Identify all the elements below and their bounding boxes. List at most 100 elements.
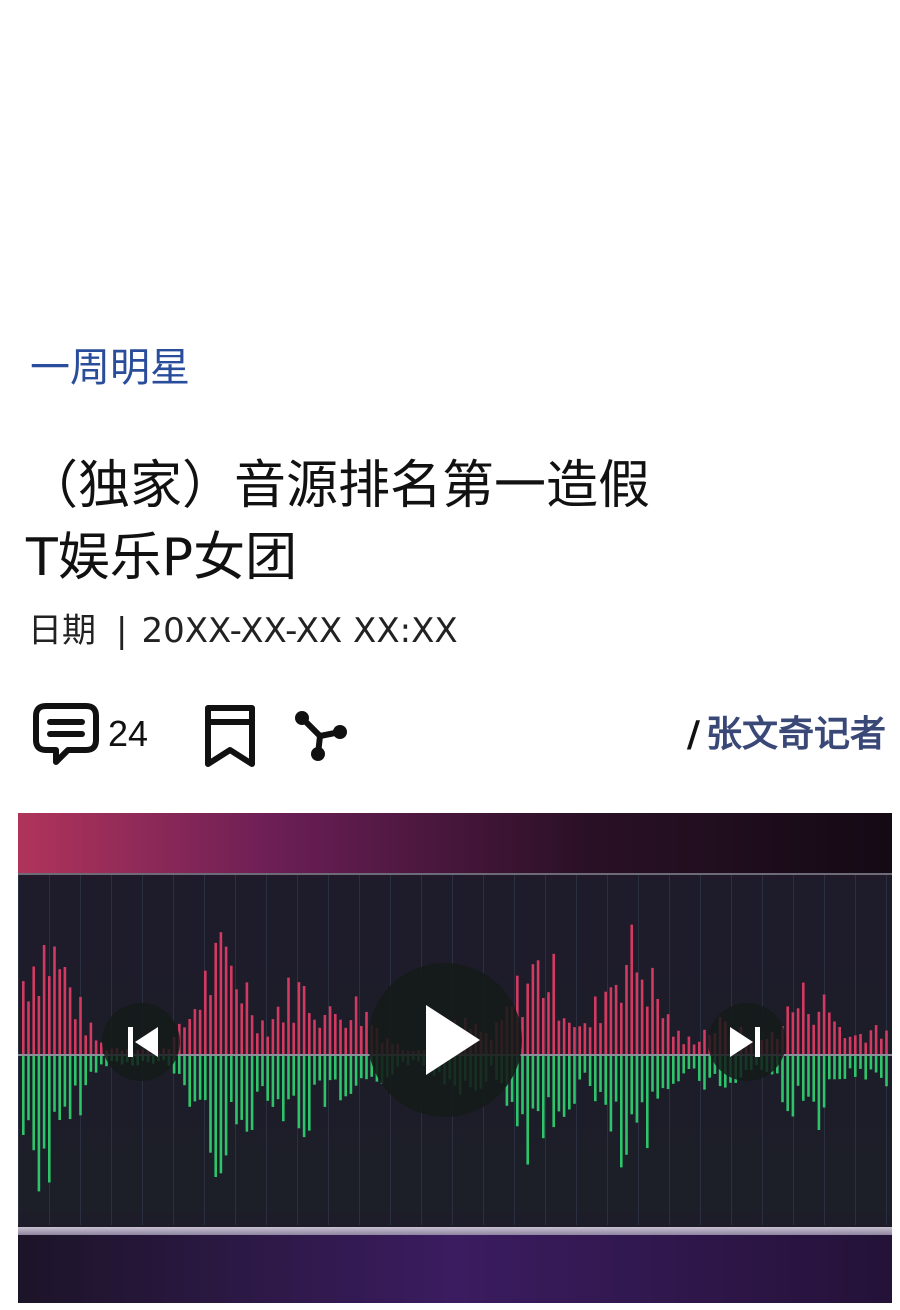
waveform-bar-lower (22, 1056, 25, 1135)
waveform-bar-lower (848, 1056, 852, 1069)
waveform-bar-lower (656, 1056, 659, 1099)
waveform-bar-upper (318, 1027, 321, 1055)
waveform-bar-upper (22, 981, 25, 1055)
next-button[interactable] (708, 1003, 786, 1081)
audio-player[interactable] (18, 813, 892, 1303)
waveform-bar-upper (48, 976, 51, 1055)
player-progress-track[interactable] (18, 1227, 892, 1235)
waveform-bar-lower (266, 1056, 269, 1101)
grid-line (18, 875, 19, 1225)
waveform-bar-lower (328, 1056, 332, 1081)
waveform-bar-lower (183, 1056, 186, 1086)
date-separator: | (116, 611, 128, 651)
waveform-bar-upper (266, 1036, 269, 1055)
waveform-bar-lower (557, 1056, 561, 1112)
waveform-bar-lower (261, 1056, 264, 1087)
waveform-bar-lower (791, 1056, 795, 1117)
share-button[interactable] (292, 708, 352, 764)
waveform-bar-lower (204, 1056, 207, 1101)
waveform-bar-lower (594, 1056, 597, 1102)
player-bottom-glow (18, 1235, 892, 1303)
play-button[interactable] (368, 963, 522, 1117)
waveform-bar-upper (848, 1036, 852, 1055)
waveform-bar-lower (614, 1056, 618, 1102)
waveform-bar-upper (703, 1029, 706, 1055)
waveform-bar-lower (84, 1056, 87, 1086)
waveform-bar-upper (183, 1027, 186, 1055)
category-label[interactable]: 一周明星 (30, 338, 190, 398)
waveform-bar-lower (692, 1056, 696, 1069)
waveform-bar-upper (302, 986, 306, 1055)
waveform-bar-lower (562, 1056, 566, 1117)
waveform-bar-upper (27, 1001, 30, 1055)
waveform-bar-lower (235, 1056, 238, 1125)
article-actions: 24 /张文奇记者 (32, 700, 886, 772)
waveform-bar-upper (682, 1044, 685, 1055)
waveform-bar-lower (302, 1056, 306, 1138)
waveform-bar-upper (786, 1006, 789, 1055)
waveform-bar-upper (677, 1030, 680, 1055)
waveform-bar-upper (334, 1014, 337, 1055)
waveform-bar-upper (354, 996, 358, 1055)
waveform-bar-lower (68, 1056, 72, 1120)
waveform-bar-lower (807, 1056, 810, 1097)
waveform-bar-upper (198, 1009, 202, 1055)
play-icon (426, 1005, 480, 1075)
waveform-bar-lower (339, 1056, 342, 1101)
waveform-bar-upper (204, 970, 207, 1055)
next-icon (730, 1027, 760, 1057)
waveform-bar-upper (74, 1019, 77, 1055)
waveform-bar-upper (89, 1022, 93, 1055)
waveform-bar-upper (224, 946, 228, 1055)
waveform-bar-upper (562, 1018, 566, 1055)
waveform-bar-lower (188, 1056, 191, 1107)
bookmark-button[interactable] (202, 700, 258, 768)
waveform-bar-upper (817, 1011, 821, 1055)
waveform-bar-upper (692, 1044, 696, 1055)
byline-author[interactable]: 张文奇记者 (706, 714, 886, 755)
waveform-bar-upper (630, 924, 633, 1055)
waveform-bar-lower (568, 1056, 571, 1110)
waveform-bar-lower (344, 1056, 347, 1097)
waveform-bar-lower (297, 1056, 301, 1129)
waveform-bar-upper (42, 945, 46, 1055)
waveform-bar-lower (698, 1056, 701, 1081)
waveform-bar-lower (620, 1056, 623, 1168)
waveform-bar-upper (635, 972, 639, 1055)
waveform-bar-lower (209, 1056, 212, 1153)
waveform-bar-upper (297, 982, 301, 1055)
waveform-bar-lower (583, 1056, 587, 1073)
waveform-bar-lower (276, 1056, 280, 1100)
waveform-bar-lower (573, 1056, 576, 1104)
waveform-bar-lower (250, 1056, 254, 1130)
waveform-bar-upper (209, 995, 212, 1055)
waveform-bar-upper (687, 1036, 691, 1055)
waveform-bar-lower (89, 1056, 93, 1072)
waveform-bar-lower (318, 1056, 321, 1081)
waveform-bar-upper (349, 1020, 353, 1055)
waveform-bar-upper (568, 1022, 571, 1055)
previous-button[interactable] (102, 1003, 180, 1081)
waveform-bar-upper (656, 999, 659, 1055)
waveform-bar-lower (812, 1056, 815, 1102)
comment-button[interactable]: 24 (32, 700, 148, 768)
waveform-bar-upper (640, 979, 644, 1055)
waveform-bar-upper (557, 1020, 561, 1055)
waveform-bar-lower (609, 1056, 613, 1132)
waveform-bar-lower (599, 1056, 602, 1092)
waveform-bar-lower (552, 1056, 555, 1128)
waveform-bar-lower (79, 1056, 82, 1116)
waveform-bar-lower (224, 1056, 228, 1156)
waveform-bar-upper (838, 1027, 841, 1055)
waveform-bar-upper (885, 1030, 888, 1055)
waveform-bar-lower (677, 1056, 680, 1082)
waveform-bar-lower (42, 1056, 46, 1149)
waveform-bar-upper (360, 1026, 363, 1055)
waveform-bar-lower (854, 1056, 857, 1077)
waveform-bar-upper (646, 1006, 649, 1055)
waveform-bar-lower (672, 1056, 675, 1084)
waveform-bar-upper (84, 1035, 87, 1055)
waveform-bar-lower (885, 1056, 888, 1087)
waveform-bar-upper (604, 991, 607, 1055)
waveform-bar-upper (219, 932, 223, 1055)
